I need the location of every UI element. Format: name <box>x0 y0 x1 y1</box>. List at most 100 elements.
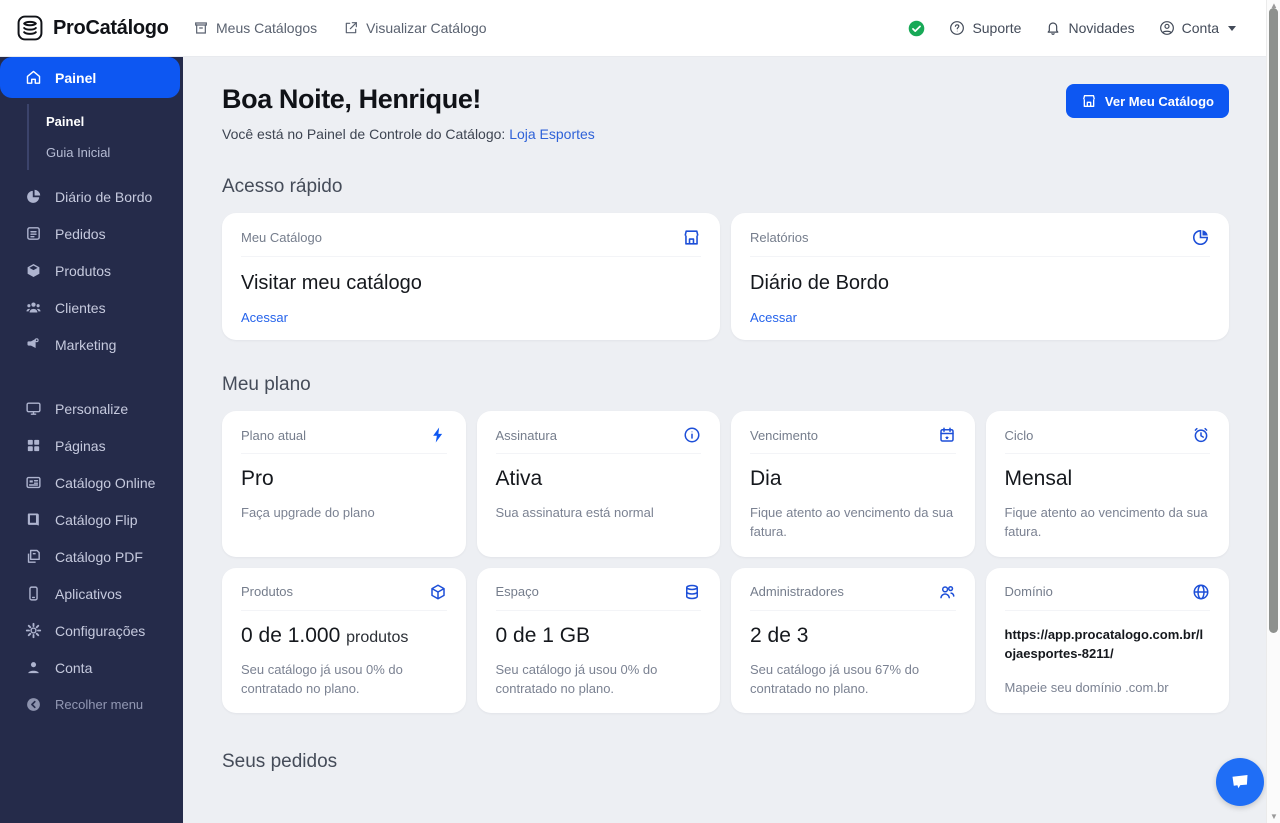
sidebar-item-produtos[interactable]: Produtos <box>0 252 183 289</box>
nav-visualizar-catalogo-label: Visualizar Catálogo <box>366 20 486 36</box>
sidebar-item-pedidos[interactable]: Pedidos <box>0 215 183 252</box>
nav-meus-catalogos-label: Meus Catálogos <box>216 20 317 36</box>
plan-value-suffix: produtos <box>346 629 408 646</box>
sidebar-item-conta-label: Conta <box>55 660 92 676</box>
card-title: Visitar meu catálogo <box>241 272 701 295</box>
sidebar-item-pedidos-label: Pedidos <box>55 226 106 242</box>
storefront-icon <box>1081 93 1097 109</box>
plan-grid-row-1: Plano atual Pro Faça upgrade do plano As… <box>222 411 1229 557</box>
card-label: Espaço <box>496 584 539 599</box>
plan-card-assinatura: Assinatura Ativa Sua assinatura está nor… <box>477 411 721 557</box>
user-icon <box>25 659 42 676</box>
plan-card-administradores: Administradores 2 de 3 Seu catálogo já u… <box>731 568 975 714</box>
alarm-clock-icon <box>1192 426 1210 444</box>
plan-footer: Seu catálogo já usou 0% do contratado no… <box>241 661 447 699</box>
sidebar-item-diario-de-bordo[interactable]: Diário de Bordo <box>0 178 183 215</box>
card-label: Administradores <box>750 584 844 599</box>
people-icon <box>25 299 42 316</box>
plan-card-vencimento: Vencimento Dia Fique atento ao venciment… <box>731 411 975 557</box>
plan-value: 0 de 1 GB <box>496 624 702 648</box>
plan-value: Pro <box>241 467 447 491</box>
plan-footer: Faça upgrade do plano <box>241 504 447 523</box>
person-circle-icon <box>1159 20 1175 36</box>
plan-card-espaco: Espaço 0 de 1 GB Seu catálogo já usou 0%… <box>477 568 721 714</box>
view-catalog-button[interactable]: Ver Meu Catálogo <box>1066 84 1229 118</box>
documents-icon <box>25 548 42 565</box>
acessar-link[interactable]: Acessar <box>241 310 701 325</box>
plan-value: 0 de 1.000 produtos <box>241 624 447 648</box>
sidebar-item-aplicativos-label: Aplicativos <box>55 586 122 602</box>
sidebar-item-catalogo-flip-label: Catálogo Flip <box>55 512 138 528</box>
sidebar-item-produtos-label: Produtos <box>55 263 111 279</box>
sidebar-collapse-menu[interactable]: Recolher menu <box>0 686 183 723</box>
scrollbar-thumb[interactable] <box>1269 8 1278 633</box>
scrollbar-down-arrow[interactable]: ▼ <box>1267 811 1280 823</box>
lightning-icon <box>429 426 447 444</box>
sidebar-item-personalize[interactable]: Personalize <box>0 390 183 427</box>
plan-card-ciclo: Ciclo Mensal Fique atento ao vencimento … <box>986 411 1230 557</box>
news-menu[interactable]: Novidades <box>1045 20 1134 36</box>
scrollbar: ▲ ▼ <box>1266 0 1280 823</box>
subtitle-text: Você está no Painel de Controle do Catál… <box>222 126 505 142</box>
chevron-down-icon <box>1228 26 1236 31</box>
plan-footer: Sua assinatura está normal <box>496 504 702 523</box>
sidebar-item-aplicativos[interactable]: Aplicativos <box>0 575 183 612</box>
sidebar-item-conta[interactable]: Conta <box>0 649 183 686</box>
account-menu[interactable]: Conta <box>1159 20 1236 36</box>
subtitle: Você está no Painel de Controle do Catál… <box>222 126 595 142</box>
external-link-icon <box>343 20 359 36</box>
plan-card-dominio: Domínio https://app.procatalogo.com.br/l… <box>986 568 1230 714</box>
sidebar-item-catalogo-online-label: Catálogo Online <box>55 475 155 491</box>
receipt-icon <box>25 225 42 242</box>
globe-icon <box>1192 583 1210 601</box>
brand-name: ProCatálogo <box>53 17 169 40</box>
chat-fab-button[interactable] <box>1216 758 1264 806</box>
sidebar-item-catalogo-flip[interactable]: Catálogo Flip <box>0 501 183 538</box>
quick-access-card-relatorios: Relatórios Diário de Bordo Acessar <box>731 213 1229 340</box>
plan-footer: Fique atento ao vencimento da sua fatura… <box>1005 504 1211 542</box>
sidebar-item-marketing[interactable]: Marketing <box>0 326 183 363</box>
phone-icon <box>25 585 42 602</box>
plan-title: Meu plano <box>222 374 1229 396</box>
status-check-icon <box>908 20 925 37</box>
plan-footer: Seu catálogo já usou 67% do contratado n… <box>750 661 956 699</box>
sidebar-item-clientes[interactable]: Clientes <box>0 289 183 326</box>
quick-access-grid: Meu Catálogo Visitar meu catálogo Acessa… <box>222 213 1229 340</box>
nav-meus-catalogos[interactable]: Meus Catálogos <box>193 20 317 36</box>
sidebar-item-painel[interactable]: Painel <box>0 57 180 98</box>
support-menu[interactable]: Suporte <box>949 20 1021 36</box>
plan-grid-row-2: Produtos 0 de 1.000 produtos Seu catálog… <box>222 568 1229 714</box>
sidebar-item-configuracoes[interactable]: Configurações <box>0 612 183 649</box>
catalog-link[interactable]: Loja Esportes <box>509 126 595 142</box>
sidebar-item-configuracoes-label: Configurações <box>55 623 145 639</box>
card-label: Plano atual <box>241 428 306 443</box>
card-label: Produtos <box>241 584 293 599</box>
plan-footer: Fique atento ao vencimento da sua fatura… <box>750 504 956 542</box>
orders-title: Seus pedidos <box>222 751 1229 773</box>
acessar-link[interactable]: Acessar <box>750 310 1210 325</box>
plan-value-number: 0 de 1.000 <box>241 624 340 647</box>
quick-access-card-meu-catalogo: Meu Catálogo Visitar meu catálogo Acessa… <box>222 213 720 340</box>
plan-card-produtos: Produtos 0 de 1.000 produtos Seu catálog… <box>222 568 466 714</box>
card-label: Relatórios <box>750 230 809 245</box>
plan-value: Mensal <box>1005 467 1211 491</box>
package-icon <box>429 583 447 601</box>
quick-access-title: Acesso rápido <box>222 176 1229 198</box>
megaphone-icon <box>25 336 42 353</box>
plan-footer: Mapeie seu domínio .com.br <box>1005 679 1211 698</box>
nav-visualizar-catalogo[interactable]: Visualizar Catálogo <box>343 20 486 36</box>
account-label: Conta <box>1182 20 1219 36</box>
plan-footer: Seu catálogo já usou 0% do contratado no… <box>496 661 702 699</box>
sidebar-item-paginas[interactable]: Páginas <box>0 427 183 464</box>
monitor-icon <box>25 400 42 417</box>
sidebar-item-marketing-label: Marketing <box>55 337 116 353</box>
submenu-item-guia-inicial[interactable]: Guia Inicial <box>29 137 183 168</box>
sidebar-item-catalogo-pdf[interactable]: Catálogo PDF <box>0 538 183 575</box>
brand-logo[interactable]: ProCatálogo <box>16 14 183 42</box>
card-label: Domínio <box>1005 584 1053 599</box>
card-label: Ciclo <box>1005 428 1034 443</box>
submenu-item-painel[interactable]: Painel <box>29 106 183 137</box>
cabinet-icon <box>193 20 209 36</box>
sidebar-item-catalogo-online[interactable]: Catálogo Online <box>0 464 183 501</box>
page-title: Boa Noite, Henrique! <box>222 84 595 115</box>
